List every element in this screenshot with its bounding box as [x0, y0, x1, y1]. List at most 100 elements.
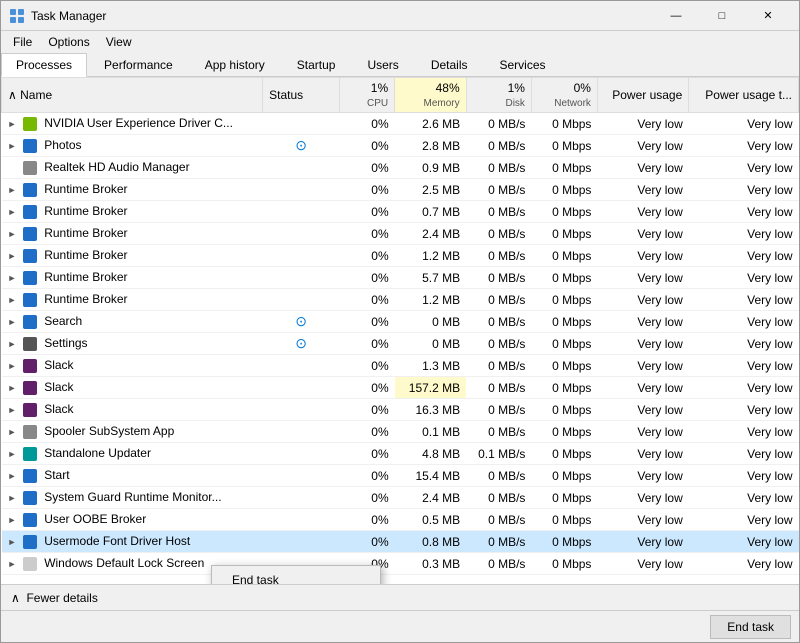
tab-services[interactable]: Services [485, 53, 561, 76]
tab-app-history[interactable]: App history [190, 53, 280, 76]
fewer-details-button[interactable]: ∧ Fewer details [1, 584, 799, 610]
cell-cpu: 0% [340, 377, 395, 399]
cell-cpu: 0% [340, 223, 395, 245]
table-row[interactable]: ► Slack 0% 1.3 MB 0 MB/s 0 Mbps Very low… [2, 355, 799, 377]
table-row[interactable]: ► Runtime Broker 0% 2.4 MB 0 MB/s 0 Mbps… [2, 223, 799, 245]
table-row[interactable]: ► Standalone Updater 0% 4.8 MB 0.1 MB/s … [2, 443, 799, 465]
tab-users[interactable]: Users [352, 53, 413, 76]
expand-arrow[interactable]: ► [8, 229, 18, 239]
window-title: Task Manager [31, 9, 653, 23]
tab-startup[interactable]: Startup [282, 53, 351, 76]
col-header-memory[interactable]: 48%Memory [395, 78, 467, 113]
expand-arrow[interactable]: ► [8, 141, 18, 151]
expand-arrow[interactable]: ► [8, 559, 18, 569]
table-row[interactable]: ► Settings ⊙ 0% 0 MB 0 MB/s 0 Mbps Very … [2, 333, 799, 355]
process-name: User OOBE Broker [44, 512, 146, 526]
cell-cpu: 0% [340, 509, 395, 531]
cell-cpu: 0% [340, 355, 395, 377]
table-row[interactable]: Realtek HD Audio Manager 0% 0.9 MB 0 MB/… [2, 157, 799, 179]
tab-bar: Processes Performance App history Startu… [1, 53, 799, 77]
table-row[interactable]: ► Runtime Broker 0% 2.5 MB 0 MB/s 0 Mbps… [2, 179, 799, 201]
table-row[interactable]: ► Start 0% 15.4 MB 0 MB/s 0 Mbps Very lo… [2, 465, 799, 487]
menu-view[interactable]: View [98, 33, 140, 51]
process-list: ► NVIDIA User Experience Driver C... 0% … [2, 113, 799, 575]
cell-cpu: 0% [340, 113, 395, 135]
expand-arrow[interactable]: ► [8, 207, 18, 217]
cell-disk: 0 MB/s [466, 223, 531, 245]
tab-performance[interactable]: Performance [89, 53, 188, 76]
table-row[interactable]: ► Usermode Font Driver Host 0% 0.8 MB 0 … [2, 531, 799, 553]
table-row[interactable]: ► Windows Default Lock Screen 0% 0.3 MB … [2, 553, 799, 575]
process-name: Windows Default Lock Screen [44, 556, 204, 570]
process-icon [23, 557, 37, 571]
expand-arrow[interactable]: ► [8, 317, 18, 327]
expand-arrow[interactable]: ► [8, 383, 18, 393]
content-area: ∧ Name Status 1%CPU 48%Memory 1%Disk [1, 77, 799, 610]
cell-memory: 1.3 MB [395, 355, 467, 377]
table-row[interactable]: ► Runtime Broker 0% 0.7 MB 0 MB/s 0 Mbps… [2, 201, 799, 223]
expand-arrow[interactable]: ► [8, 515, 18, 525]
table-row[interactable]: ► Runtime Broker 0% 1.2 MB 0 MB/s 0 Mbps… [2, 245, 799, 267]
cell-status [263, 113, 340, 135]
cell-name: Realtek HD Audio Manager [2, 157, 263, 179]
expand-arrow[interactable]: ► [8, 361, 18, 371]
table-row[interactable]: ► Slack 0% 157.2 MB 0 MB/s 0 Mbps Very l… [2, 377, 799, 399]
cell-disk: 0 MB/s [466, 377, 531, 399]
process-name: Photos [44, 138, 81, 152]
cell-name: ► Photos [2, 135, 263, 157]
col-header-status[interactable]: Status [263, 78, 340, 113]
process-icon [23, 161, 37, 175]
cell-power: Very low [597, 311, 688, 333]
table-row[interactable]: ► Runtime Broker 0% 5.7 MB 0 MB/s 0 Mbps… [2, 267, 799, 289]
process-table-container[interactable]: ∧ Name Status 1%CPU 48%Memory 1%Disk [1, 77, 799, 584]
expand-arrow[interactable]: ► [8, 339, 18, 349]
cell-name: ► Search [2, 311, 263, 333]
expand-arrow[interactable]: ► [8, 251, 18, 261]
cell-disk: 0.1 MB/s [466, 443, 531, 465]
tab-processes[interactable]: Processes [1, 53, 87, 77]
col-header-cpu[interactable]: 1%CPU [340, 78, 395, 113]
expand-arrow[interactable]: ► [8, 427, 18, 437]
minimize-button[interactable]: — [653, 1, 699, 31]
expand-arrow[interactable]: ► [8, 405, 18, 415]
table-row[interactable]: ► Spooler SubSystem App 0% 0.1 MB 0 MB/s… [2, 421, 799, 443]
process-icon [23, 117, 37, 131]
cell-cpu: 0% [340, 201, 395, 223]
cell-status [263, 245, 340, 267]
cell-name: ► System Guard Runtime Monitor... [2, 487, 263, 509]
table-row[interactable]: ► System Guard Runtime Monitor... 0% 2.4… [2, 487, 799, 509]
end-task-button[interactable]: End task [710, 615, 791, 639]
expand-arrow[interactable]: ► [8, 273, 18, 283]
process-icon [23, 535, 37, 549]
col-header-power-trend[interactable]: Power usage t... [689, 78, 799, 113]
close-button[interactable]: ✕ [745, 1, 791, 31]
col-header-disk[interactable]: 1%Disk [466, 78, 531, 113]
expand-arrow[interactable]: ► [8, 295, 18, 305]
menu-options[interactable]: Options [40, 33, 97, 51]
expand-arrow[interactable]: ► [8, 119, 18, 129]
maximize-button[interactable]: □ [699, 1, 745, 31]
tab-details[interactable]: Details [416, 53, 483, 76]
expand-arrow[interactable]: ► [8, 537, 18, 547]
table-row[interactable]: ► Photos ⊙ 0% 2.8 MB 0 MB/s 0 Mbps Very … [2, 135, 799, 157]
cell-power-trend: Very low [689, 157, 799, 179]
cell-cpu: 0% [340, 443, 395, 465]
col-header-network[interactable]: 0%Network [531, 78, 597, 113]
table-row[interactable]: ► Slack 0% 16.3 MB 0 MB/s 0 Mbps Very lo… [2, 399, 799, 421]
expand-arrow[interactable]: ► [8, 185, 18, 195]
cell-power-trend: Very low [689, 443, 799, 465]
expand-arrow[interactable]: ► [8, 449, 18, 459]
process-name: Runtime Broker [44, 182, 127, 196]
cell-name: ► Runtime Broker [2, 179, 263, 201]
table-row[interactable]: ► Runtime Broker 0% 1.2 MB 0 MB/s 0 Mbps… [2, 289, 799, 311]
ctx-end-task[interactable]: End task [212, 568, 380, 584]
col-header-name[interactable]: ∧ Name [2, 78, 263, 113]
table-row[interactable]: ► Search ⊙ 0% 0 MB 0 MB/s 0 Mbps Very lo… [2, 311, 799, 333]
expand-arrow[interactable]: ► [8, 471, 18, 481]
col-header-power[interactable]: Power usage [597, 78, 688, 113]
cell-power-trend: Very low [689, 465, 799, 487]
table-row[interactable]: ► User OOBE Broker 0% 0.5 MB 0 MB/s 0 Mb… [2, 509, 799, 531]
menu-file[interactable]: File [5, 33, 40, 51]
table-row[interactable]: ► NVIDIA User Experience Driver C... 0% … [2, 113, 799, 135]
expand-arrow[interactable]: ► [8, 493, 18, 503]
